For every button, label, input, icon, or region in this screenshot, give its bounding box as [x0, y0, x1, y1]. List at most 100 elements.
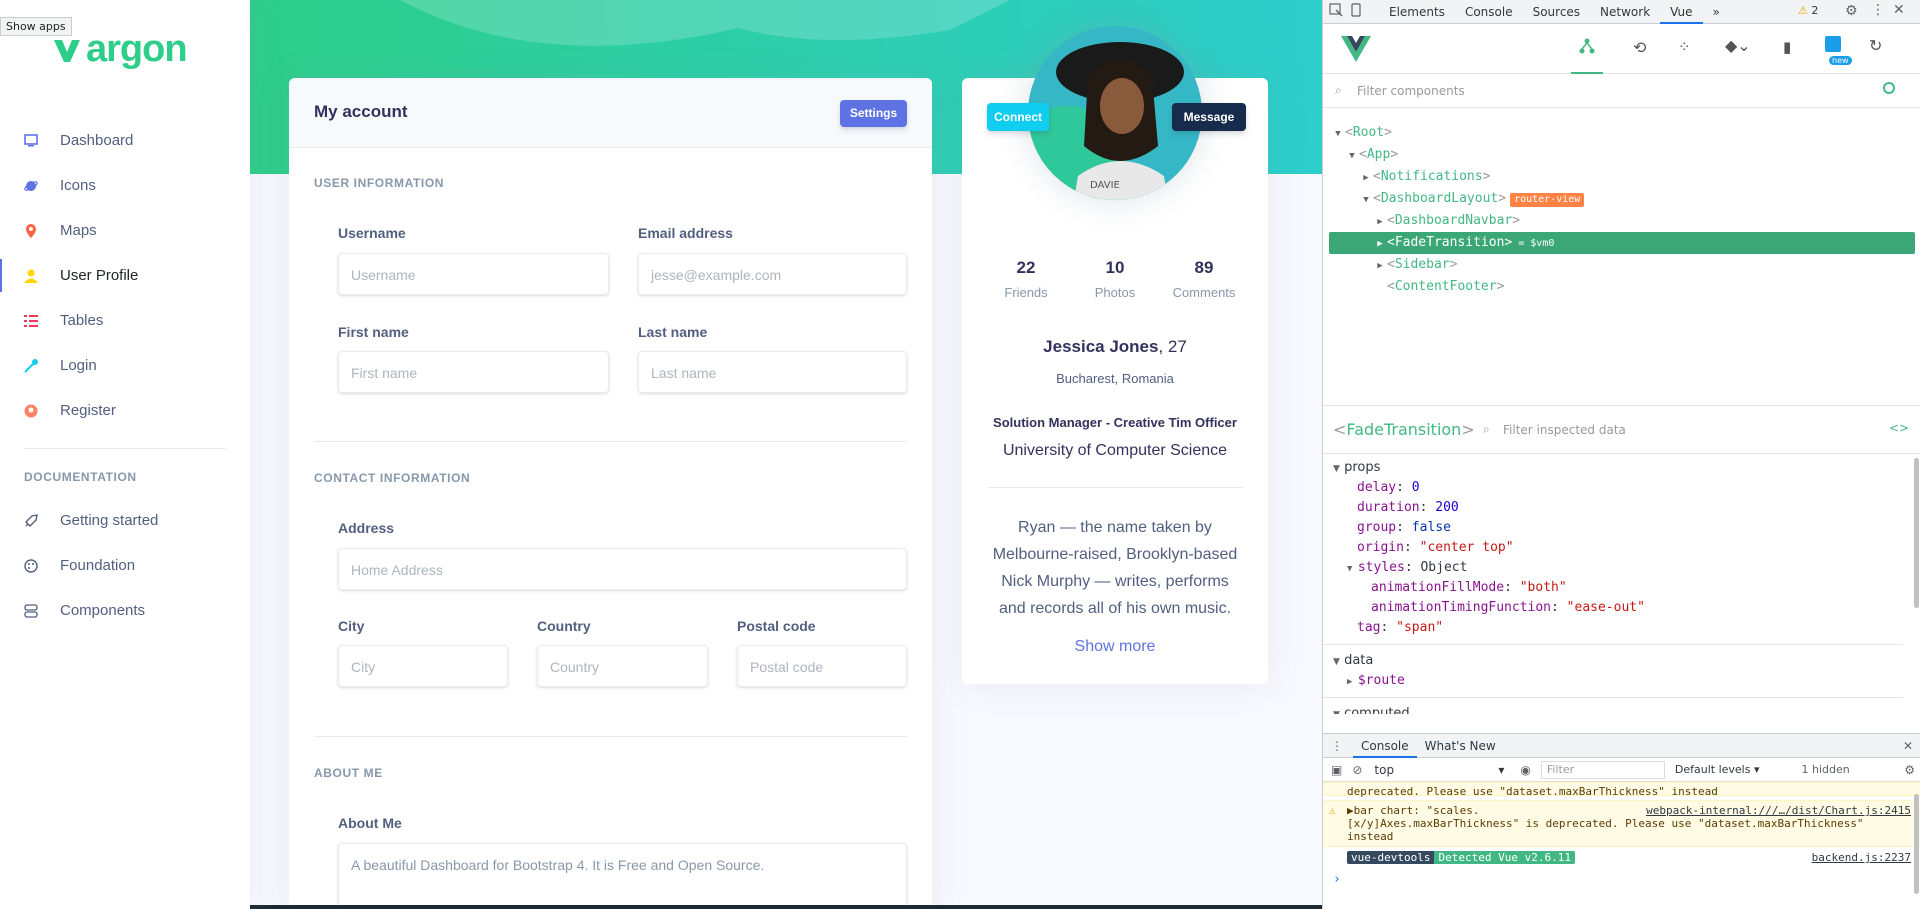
prop-row-styles[interactable]: ▼ styles: Object: [1323, 558, 1903, 578]
sidebar-item-foundation[interactable]: Foundation: [0, 543, 250, 588]
sidebar-item-user-profile[interactable]: User Profile: [0, 253, 250, 298]
close-devtools-icon[interactable]: ✕: [1893, 2, 1905, 18]
expand-arrow-icon[interactable]: ▶: [1373, 211, 1387, 233]
email-input[interactable]: jesse@example.com: [638, 253, 907, 295]
tab-network[interactable]: Network: [1590, 0, 1660, 24]
components-tab-icon[interactable]: [1571, 38, 1603, 74]
stat-value: 10: [1105, 258, 1125, 277]
tree-node[interactable]: ▼ <App>: [1323, 144, 1920, 166]
timeline-history-icon[interactable]: ⟲: [1633, 38, 1646, 57]
settings-new-icon[interactable]: new: [1825, 36, 1852, 65]
expand-arrow-icon[interactable]: ▶: [1373, 233, 1387, 255]
routing-chevron-down-icon[interactable]: ◆⌄: [1725, 36, 1751, 55]
tree-node[interactable]: ▼ <DashboardLayout> router-view: [1323, 188, 1920, 210]
argon-logo[interactable]: argon: [54, 28, 188, 71]
console-prompt[interactable]: ›: [1323, 873, 1920, 886]
new-badge: new: [1829, 56, 1852, 65]
expand-arrow-icon[interactable]: ▼: [1345, 145, 1359, 167]
settings-gear-icon[interactable]: ⚙: [1845, 3, 1858, 19]
tab-sources[interactable]: Sources: [1523, 0, 1590, 24]
prop-row-route[interactable]: ▶ $route: [1323, 671, 1903, 691]
show-more-link[interactable]: Show more: [962, 638, 1268, 656]
close-drawer-icon[interactable]: ✕: [1903, 739, 1913, 753]
tree-node[interactable]: <ContentFooter>: [1323, 276, 1920, 298]
warning-counter[interactable]: ⚠ 2: [1798, 4, 1818, 17]
console-scrollbar[interactable]: [1914, 794, 1919, 894]
more-tabs-icon[interactable]: »: [1703, 0, 1730, 24]
address-input[interactable]: Home Address: [338, 548, 907, 590]
sidebar-toggle-icon[interactable]: ▣: [1331, 763, 1342, 777]
filter-components-bar: ⌕ Filter components: [1323, 74, 1920, 108]
tree-node[interactable]: ▶ <DashboardNavbar>: [1323, 210, 1920, 232]
inspector-scrollbar[interactable]: [1914, 458, 1919, 608]
sidebar-item-getting-started[interactable]: Getting started: [0, 498, 250, 543]
vuex-icon[interactable]: ⁘: [1678, 38, 1691, 56]
hidden-count: 1 hidden: [1801, 763, 1850, 776]
postal-code-input[interactable]: Postal code: [737, 645, 907, 687]
device-toolbar-icon[interactable]: [1349, 3, 1371, 20]
message-button[interactable]: Message: [1172, 103, 1246, 131]
log-levels-dropdown[interactable]: Default levels ▾: [1675, 763, 1760, 776]
drawer-tab-whats-new[interactable]: What's New: [1417, 734, 1504, 758]
settings-button[interactable]: Settings: [840, 100, 907, 127]
props-section[interactable]: ▼ props: [1323, 458, 1903, 478]
tree-node[interactable]: ▼ <Root>: [1323, 122, 1920, 144]
tab-console[interactable]: Console: [1455, 0, 1523, 24]
sidebar-item-icons[interactable]: Icons: [0, 163, 250, 208]
sidebar-item-dashboard[interactable]: Dashboard: [0, 118, 250, 163]
source-link[interactable]: webpack-internal:///…/dist/Chart.js:2415: [1646, 804, 1911, 817]
kebab-menu-icon[interactable]: ⋮: [1871, 2, 1885, 18]
sidebar-item-register[interactable]: Register: [0, 388, 250, 433]
tab-vue[interactable]: Vue: [1660, 0, 1703, 24]
component-name: DashboardLayout: [1380, 191, 1499, 206]
profile-card: DAVIE Connect Message 22 Friends 10 Phot…: [962, 26, 1268, 684]
palette-icon: [24, 558, 38, 573]
last-name-input[interactable]: Last name: [638, 351, 907, 393]
sidebar-item-components[interactable]: Components: [0, 588, 250, 633]
computed-section[interactable]: ▼ computed: [1323, 704, 1903, 714]
expand-arrow-icon[interactable]: ▼: [1331, 123, 1345, 145]
connect-button[interactable]: Connect: [987, 103, 1049, 131]
tv-icon: [24, 134, 38, 148]
open-in-editor-icon[interactable]: <>: [1889, 421, 1909, 435]
select-component-target-icon[interactable]: [1883, 82, 1895, 94]
filter-components-input[interactable]: Filter components: [1357, 84, 1465, 98]
drawer-menu-icon[interactable]: ⋮: [1331, 739, 1343, 753]
devtools-panel: Elements Console Sources Network Vue » ⚠…: [1322, 0, 1920, 909]
console-warning-message: deprecated. Please use "dataset.maxBarTh…: [1323, 782, 1920, 798]
sidebar-item-tables[interactable]: Tables: [0, 298, 250, 343]
prop-row: origin: "center top": [1357, 540, 1514, 555]
performance-chart-icon[interactable]: ▮: [1783, 38, 1791, 56]
about-me-textarea[interactable]: A beautiful Dashboard for Bootstrap 4. I…: [338, 843, 907, 909]
devtools-tab-bar: Elements Console Sources Network Vue » ⚠…: [1323, 0, 1920, 24]
sidebar-item-maps[interactable]: Maps: [0, 208, 250, 253]
clear-console-icon[interactable]: ⊘: [1352, 763, 1362, 777]
backend-source-link[interactable]: backend.js:2237: [1812, 851, 1911, 864]
profile-name-text: Jessica Jones: [1043, 337, 1159, 356]
console-settings-gear-icon[interactable]: ⚙: [1904, 763, 1915, 777]
tree-node[interactable]: ▶ <Notifications>: [1323, 166, 1920, 188]
tree-node[interactable]: ▶ <FadeTransition> = $vm0: [1329, 232, 1915, 254]
sidebar-item-login[interactable]: Login: [0, 343, 250, 388]
logo-text: argon: [86, 28, 188, 70]
refresh-icon[interactable]: ↻: [1869, 36, 1882, 55]
drawer-tab-console[interactable]: Console: [1353, 734, 1417, 758]
expand-arrow-icon[interactable]: ▶: [1359, 167, 1373, 189]
spaceship-icon: [24, 513, 38, 528]
tree-node[interactable]: ▶ <Sidebar>: [1323, 254, 1920, 276]
profile-job: Solution Manager - Creative Tim Officer: [993, 415, 1237, 430]
expand-arrow-icon[interactable]: ▶: [1373, 255, 1387, 277]
warning-head[interactable]: ▶bar chart: "scales.: [1347, 804, 1479, 817]
live-expression-eye-icon[interactable]: ◉: [1520, 763, 1530, 777]
first-name-input[interactable]: First name: [338, 351, 609, 393]
tab-elements[interactable]: Elements: [1379, 0, 1455, 24]
console-filter-input[interactable]: Filter: [1540, 760, 1665, 779]
expand-arrow-icon[interactable]: ▼: [1359, 189, 1373, 211]
city-input[interactable]: City: [338, 645, 508, 687]
context-selector[interactable]: top ▾: [1374, 763, 1504, 777]
filter-inspected-data-input[interactable]: Filter inspected data: [1503, 423, 1626, 437]
country-input[interactable]: Country: [537, 645, 708, 687]
data-section[interactable]: ▼ data: [1323, 651, 1903, 671]
inspect-element-icon[interactable]: [1329, 3, 1349, 20]
username-input[interactable]: Username: [338, 253, 609, 295]
